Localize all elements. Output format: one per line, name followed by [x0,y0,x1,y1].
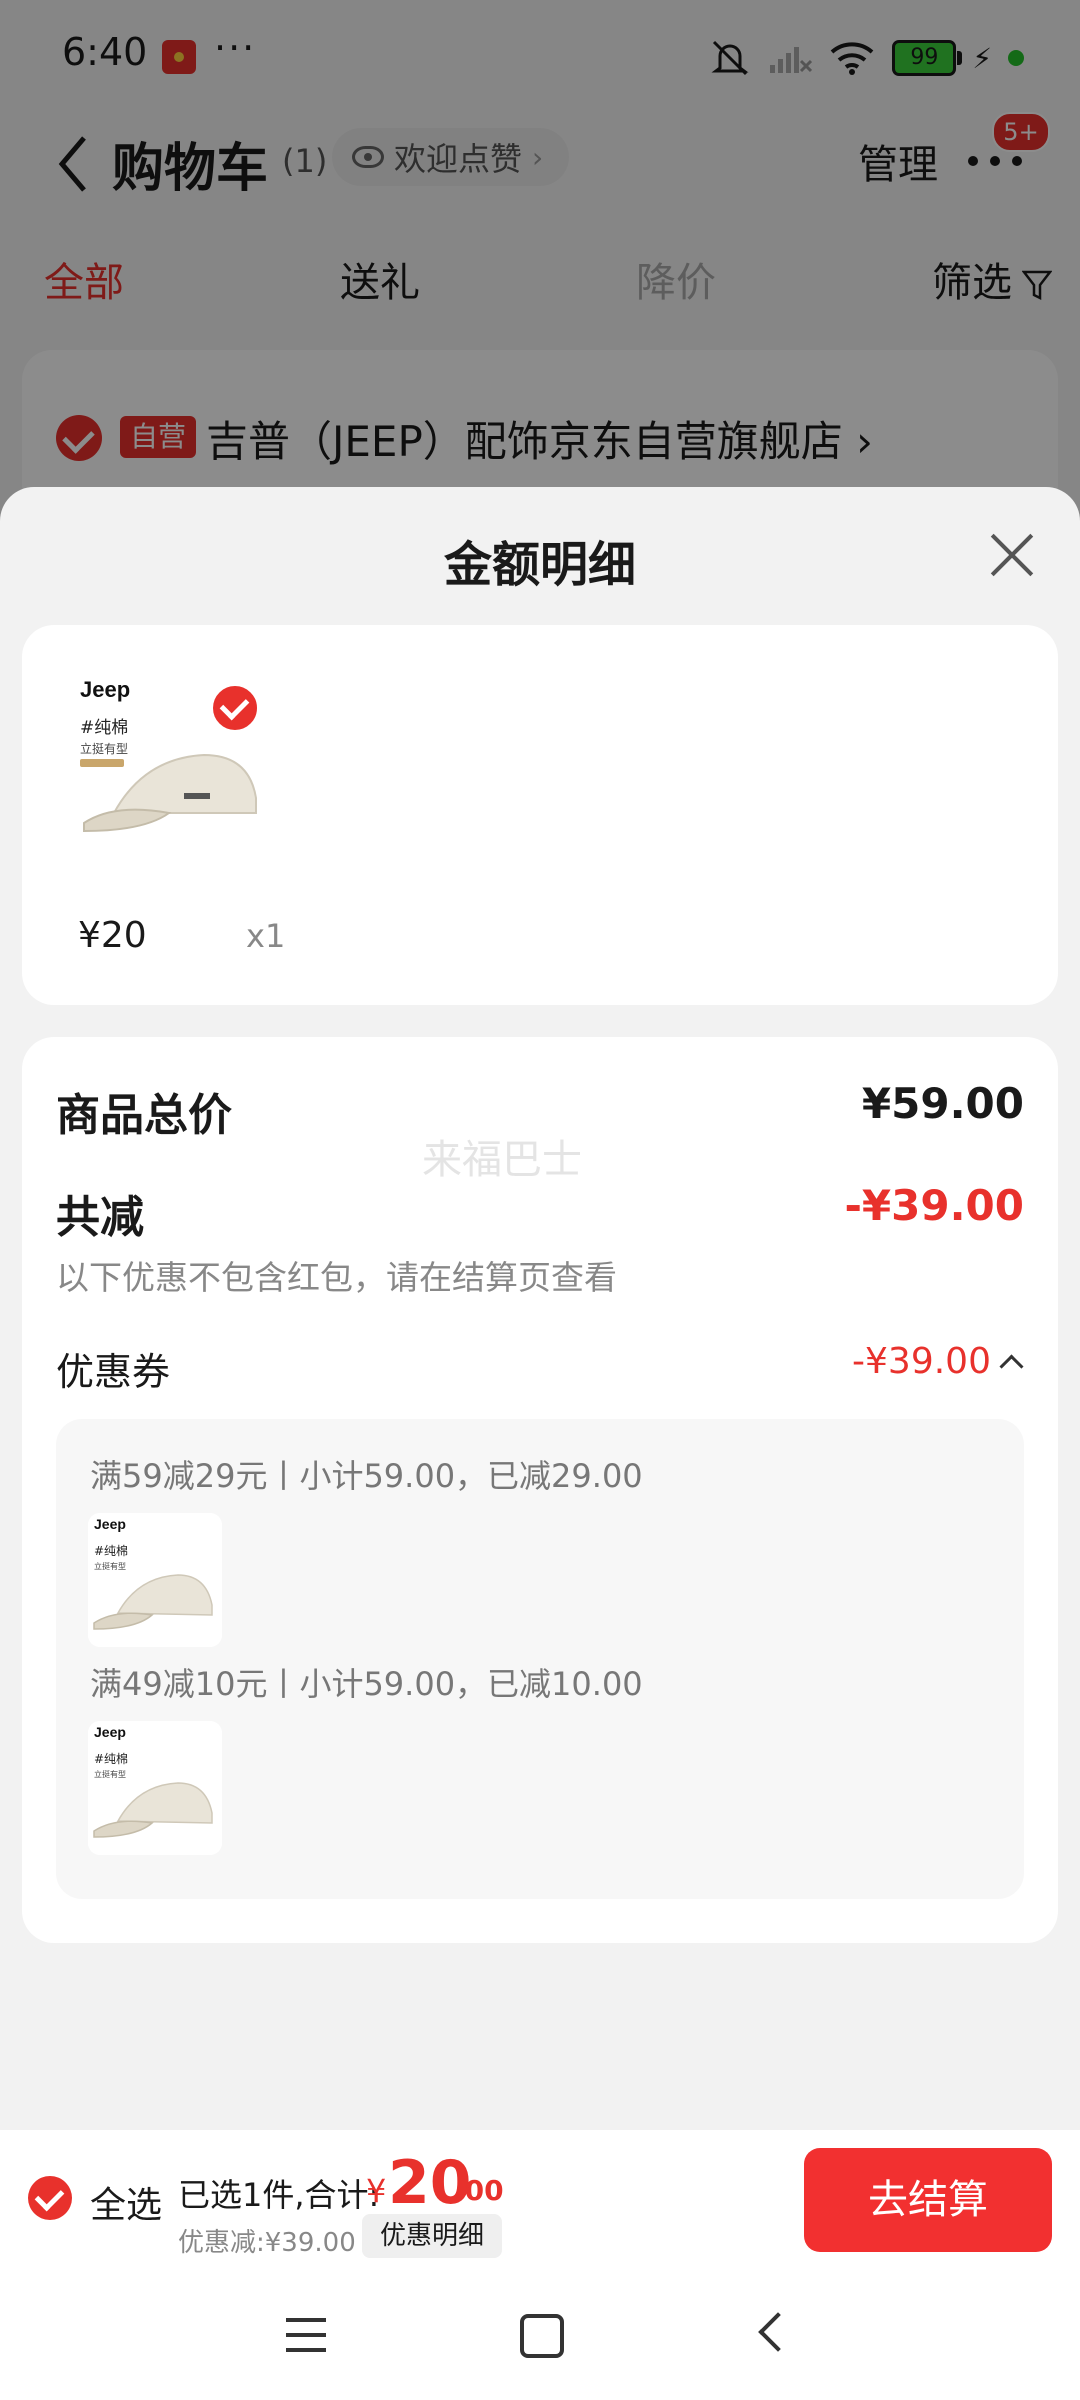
watermark: 来福巴士 [422,1137,582,1183]
select-all-checkbox[interactable] [28,2176,72,2220]
goods-card: Jeep #纯棉 立挺有型 ¥20 x1 [22,625,1058,1005]
select-all-label[interactable]: 全选 [90,2176,162,2228]
discount-detail-button[interactable]: 优惠明细 [362,2214,503,2258]
sheet-title: 金额明细 [443,537,636,593]
goods-price: ¥20 [78,915,147,956]
coupon-label: 优惠券 [56,1350,171,1394]
total-price-label: 商品总价 [56,1090,232,1141]
coupon-2-product-thumbnail: Jeep #纯棉 立挺有型 [88,1721,222,1855]
chevron-up-icon [999,1354,1024,1379]
amount-detail-sheet: 金额明细 Jeep #纯棉 立挺有型 ¥20 x1 商品总价 ¥59.00 来福… [0,487,1080,2400]
reduction-note: 以下优惠不包含红包，请在结算页查看 [56,1258,617,1297]
reduction-label: 共减 [56,1192,144,1243]
close-icon[interactable] [988,531,1036,579]
svg-text:#纯棉: #纯棉 [94,1544,128,1558]
coupon-value: -¥39.00 [852,1341,991,1382]
svg-text:Jeep: Jeep [94,1724,126,1740]
goods-quantity: x1 [246,917,286,955]
total-price-value: ¥59.00 [861,1079,1024,1128]
coupon-1-product-thumbnail: Jeep #纯棉 立挺有型 [88,1513,222,1647]
checkout-button[interactable]: 去结算 [804,2148,1052,2252]
coupon-list: 满59减29元丨小计59.00，已减29.00 Jeep #纯棉 立挺有型 满4… [56,1419,1024,1899]
goods-brand: Jeep [80,677,130,702]
system-nav-bar [0,2268,1080,2400]
coupon-rule-1: 满59减29元丨小计59.00，已减29.00 [90,1457,643,1495]
checkout-bar: 全选 已选1件,合计: ¥ 20 .00 优惠减:¥39.00 优惠明细 去结算 [0,2130,1080,2268]
svg-text:立挺有型: 立挺有型 [94,1561,126,1571]
discount-summary: 优惠减:¥39.00 [178,2228,356,2258]
goods-checkbox[interactable] [210,683,260,733]
selected-summary: 已选1件,合计: [178,2176,380,2214]
coupon-toggle[interactable]: -¥39.00 [852,1341,1024,1382]
total-currency: ¥ [366,2172,387,2210]
goods-tag2: 立挺有型 [80,741,128,756]
coupon-rule-2: 满49减10元丨小计59.00，已减10.00 [90,1665,643,1703]
recent-apps-icon[interactable] [286,2318,326,2352]
total-amount-decimal: .00 [454,2174,504,2207]
goods-tag1: #纯棉 [80,718,128,738]
back-icon[interactable] [758,2312,798,2352]
svg-text:立挺有型: 立挺有型 [94,1769,126,1779]
reduction-value: -¥39.00 [844,1181,1024,1230]
svg-text:#纯棉: #纯棉 [94,1752,128,1766]
home-icon[interactable] [520,2314,564,2358]
amount-detail-card: 商品总价 ¥59.00 来福巴士 共减 -¥39.00 以下优惠不包含红包，请在… [22,1037,1058,1943]
svg-text:Jeep: Jeep [94,1516,126,1532]
